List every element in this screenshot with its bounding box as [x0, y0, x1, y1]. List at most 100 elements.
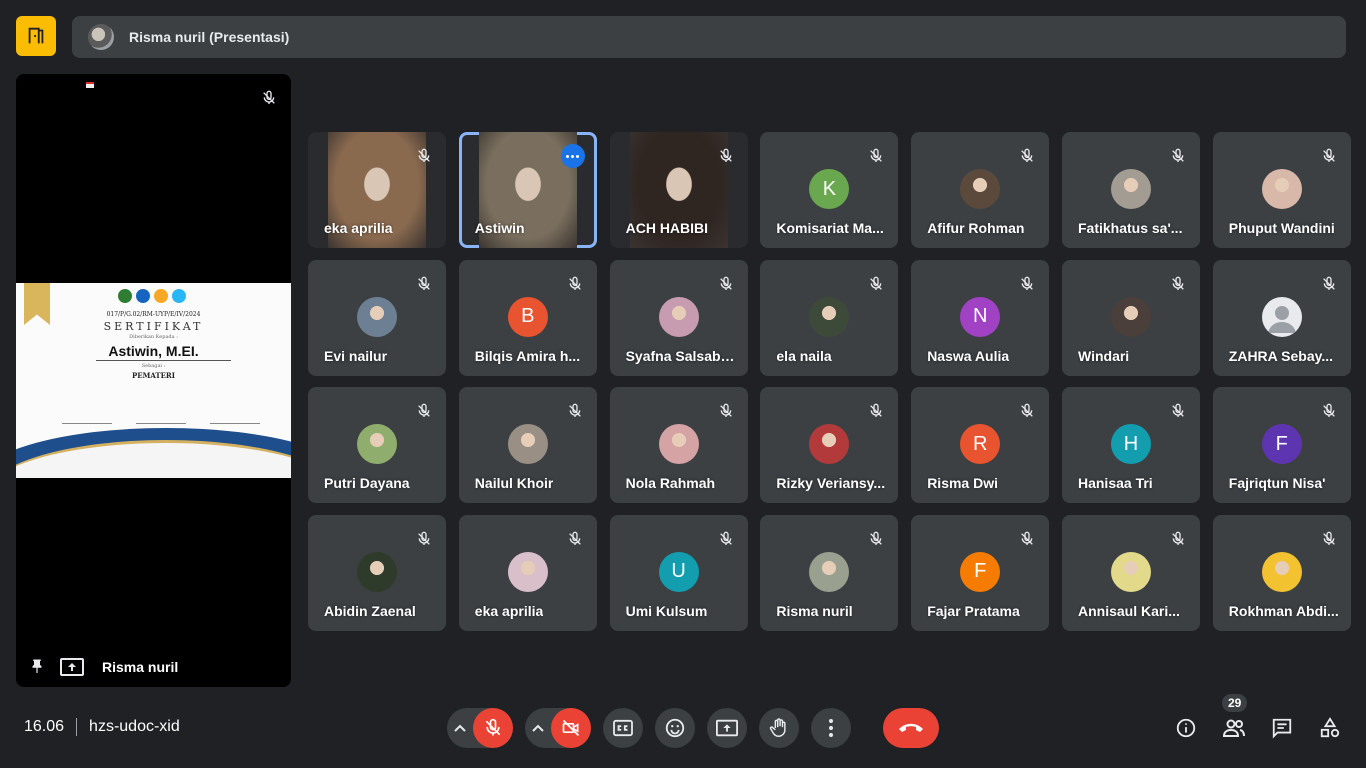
participant-tile[interactable]: Syafna Salsabila	[609, 259, 748, 376]
participant-tile[interactable]: Putri Dayana	[308, 387, 446, 504]
participant-tile[interactable]: Afifur Rohman	[911, 132, 1050, 248]
participant-name: Astiwin	[474, 220, 525, 236]
mic-off-icon	[1019, 276, 1035, 292]
more-options-icon[interactable]	[560, 144, 585, 168]
presentation-tile[interactable]: 017/P/G.02/RM-UYP/E/IV/2024 SERTIFIKAT D…	[16, 74, 291, 687]
certificate-number: 017/P/G.02/RM-UYP/E/IV/2024	[106, 311, 201, 318]
meeting-details-button[interactable]	[16, 16, 56, 56]
reactions-button[interactable]	[655, 708, 695, 748]
participant-tile[interactable]: K Komisariat Ma...	[760, 132, 899, 248]
mic-off-icon	[718, 531, 734, 547]
chevron-up-icon[interactable]	[525, 724, 551, 732]
call-controls	[447, 708, 939, 748]
certificate-role: PEMATERI	[131, 371, 176, 380]
mic-off-icon	[1170, 148, 1186, 164]
participant-tile[interactable]: Fatikhatus sa'...	[1061, 132, 1200, 248]
presentation-bar[interactable]: Risma nuril (Presentasi)	[72, 16, 1346, 58]
participant-tile[interactable]: Rokhman Abdi...	[1212, 514, 1351, 631]
participant-tile[interactable]: Astiwin	[458, 132, 597, 248]
participant-name: Fajriqtun Nisa'	[1228, 475, 1326, 492]
participant-tile[interactable]: B Bilqis Amira h...	[458, 259, 597, 376]
ribbon-decoration	[24, 283, 50, 325]
chevron-up-icon[interactable]	[447, 724, 473, 732]
participant-name: Rokhman Abdi...	[1228, 602, 1339, 619]
participant-name: Nola Rahmah	[625, 475, 716, 492]
participant-tile[interactable]: ZAHRA Sebay...	[1212, 259, 1351, 376]
participant-name: ACH HABIBI	[625, 220, 709, 236]
participant-name: Windari	[1077, 347, 1130, 364]
participant-tile[interactable]: eka aprilia	[308, 132, 446, 248]
certificate-recipient: Astiwin, M.EI.	[108, 343, 199, 359]
mic-off-icon	[1321, 148, 1337, 164]
participant-name: Bilqis Amira h...	[474, 347, 581, 364]
participant-tile[interactable]: R Risma Dwi	[911, 387, 1050, 504]
participant-name: Hanisaa Tri	[1077, 475, 1153, 492]
participant-tile[interactable]: Evi nailur	[308, 259, 446, 376]
avatar: F	[1261, 424, 1302, 465]
mic-off-icon	[718, 403, 734, 419]
mic-off-icon	[1170, 403, 1186, 419]
default-avatar	[1261, 296, 1302, 337]
mic-off-icon	[1170, 531, 1186, 547]
participant-tile[interactable]: Phuput Wandini	[1212, 132, 1351, 248]
mic-off-icon	[485, 718, 501, 736]
pin-icon[interactable]	[28, 658, 46, 676]
separator	[76, 718, 78, 736]
captions-button[interactable]	[603, 708, 643, 748]
participant-tile[interactable]: ACH HABIBI	[609, 132, 748, 248]
avatar	[658, 296, 699, 337]
mic-off-icon	[1170, 276, 1186, 292]
participant-tile[interactable]: H Hanisaa Tri	[1061, 387, 1200, 504]
hand-icon	[769, 718, 786, 737]
participant-name: Komisariat Ma...	[776, 220, 884, 236]
participant-tile[interactable]: Risma nuril	[760, 514, 899, 631]
emoji-icon	[665, 718, 685, 738]
logo-2	[136, 289, 150, 303]
participant-tile[interactable]: U Umi Kulsum	[609, 514, 748, 631]
mic-off-icon	[416, 276, 432, 292]
participant-tile[interactable]: N Naswa Aulia	[911, 259, 1050, 376]
info-icon	[1176, 718, 1196, 738]
more-options-button[interactable]	[811, 708, 851, 748]
participant-name: Annisaul Kari...	[1077, 602, 1180, 619]
participant-tile[interactable]: F Fajriqtun Nisa'	[1212, 387, 1351, 504]
participant-name: Risma Dwi	[927, 475, 998, 492]
present-screen-icon	[60, 657, 84, 677]
meeting-details-button[interactable]	[1174, 712, 1198, 744]
mic-off-icon	[718, 148, 734, 164]
mic-off-icon	[1321, 403, 1337, 419]
participant-name: ela naila	[776, 347, 832, 364]
camera-off-icon	[562, 719, 580, 737]
participant-name: Evi nailur	[324, 347, 388, 364]
participant-tile[interactable]: ela naila	[760, 259, 899, 376]
participant-tile[interactable]: eka aprilia	[458, 514, 597, 631]
logo-1	[118, 289, 132, 303]
leave-call-button[interactable]	[883, 708, 939, 748]
present-button[interactable]	[707, 708, 747, 748]
people-button[interactable]: 29	[1222, 694, 1248, 744]
presentation-title: Risma nuril (Presentasi)	[129, 29, 290, 45]
participant-tile[interactable]: Nailul Khoir	[458, 387, 597, 504]
participant-tile[interactable]: F Fajar Pratama	[911, 514, 1050, 631]
participant-tile[interactable]: Nola Rahmah	[609, 387, 748, 504]
avatar: N	[960, 296, 1001, 337]
participant-tile[interactable]: Rizky Veriansy...	[760, 387, 899, 504]
participant-tile[interactable]: Windari	[1061, 259, 1200, 376]
participant-tile[interactable]: Abidin Zaenal	[308, 514, 446, 631]
participant-name: ZAHRA Sebay...	[1228, 347, 1334, 364]
raise-hand-button[interactable]	[759, 708, 799, 748]
activities-button[interactable]	[1318, 712, 1342, 744]
participant-tile[interactable]: Annisaul Kari...	[1061, 514, 1200, 631]
mic-off-icon	[416, 148, 432, 164]
chat-button[interactable]	[1270, 712, 1294, 744]
avatar	[507, 424, 548, 465]
clock: 16.06	[24, 718, 65, 735]
signatures	[56, 410, 266, 426]
avatar	[357, 296, 397, 337]
mic-off-icon	[1321, 276, 1337, 292]
more-vert-icon	[829, 719, 833, 737]
mic-toggle-button[interactable]	[473, 708, 513, 748]
avatar	[1261, 551, 1302, 592]
participant-name: Abidin Zaenal	[324, 602, 416, 619]
camera-toggle-button[interactable]	[551, 708, 591, 748]
